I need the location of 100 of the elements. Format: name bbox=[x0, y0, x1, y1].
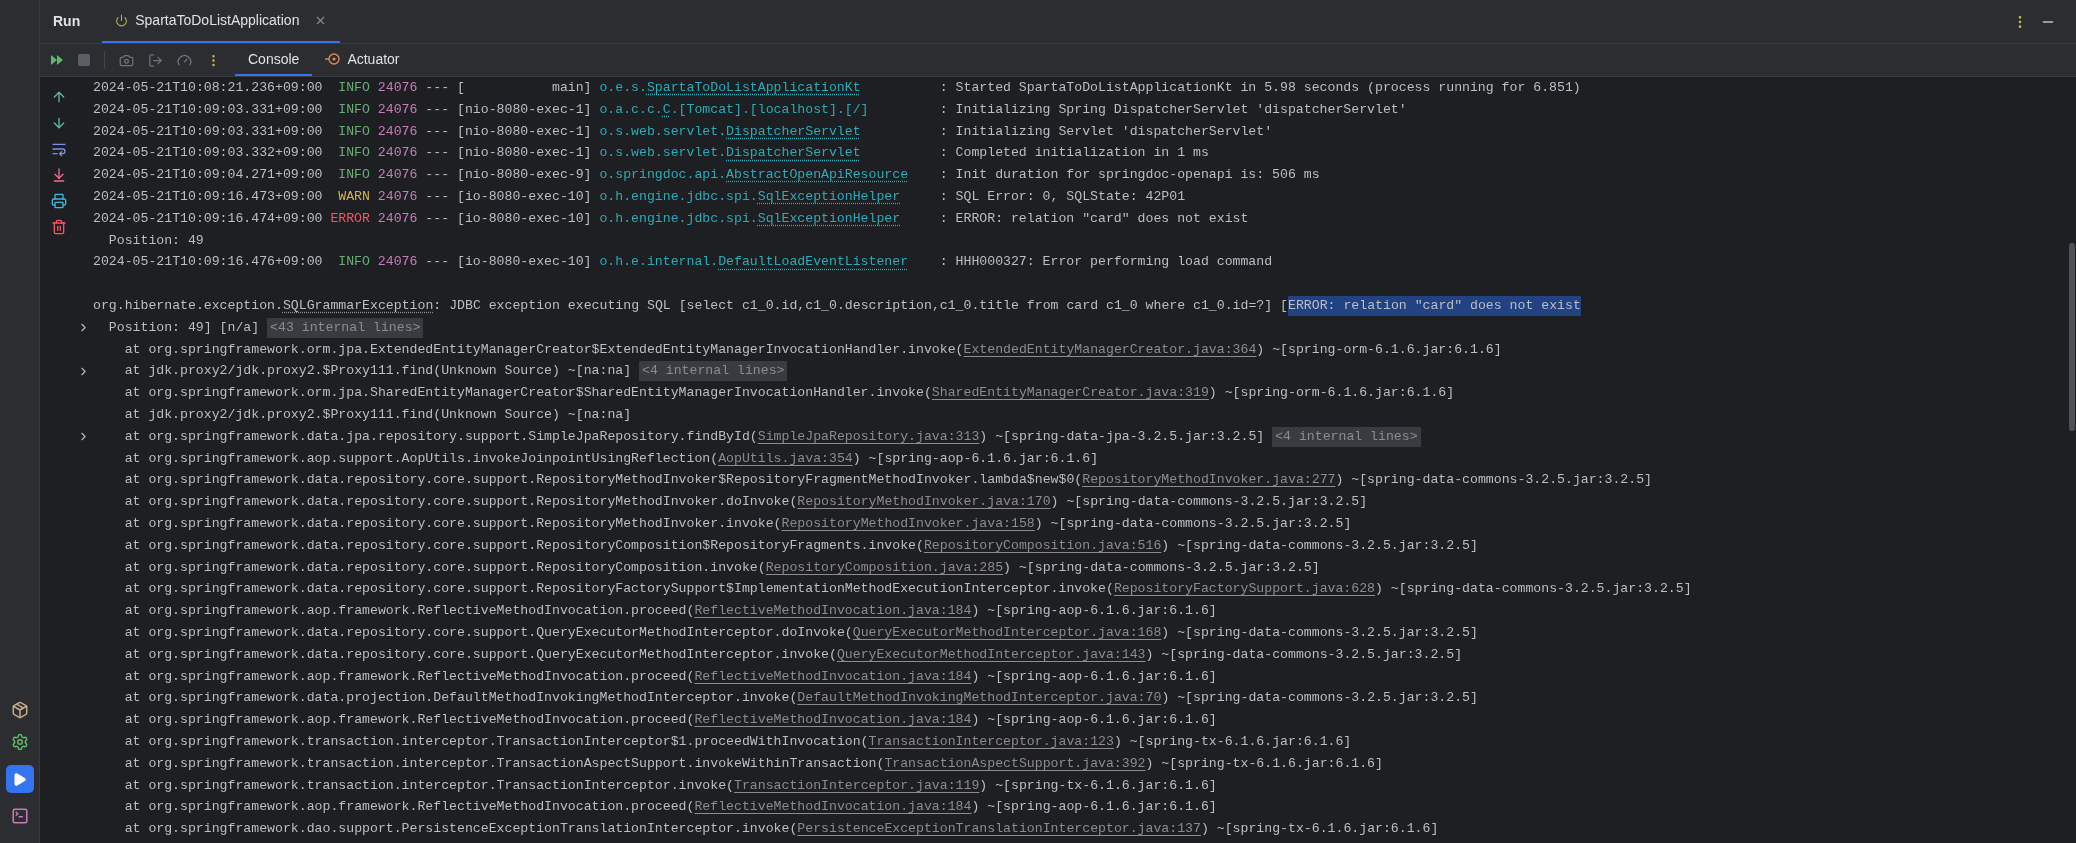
folded-lines-button[interactable]: <43 internal lines> bbox=[267, 317, 424, 338]
logger-name: o.e.s. bbox=[599, 79, 647, 97]
log-text: ) ~[spring-tx-6.1.6.jar:6.1.6] bbox=[1200, 820, 1439, 839]
log-text: ) ~[spring-tx-6.1.6.jar:6.1.6] bbox=[979, 776, 1217, 795]
logger-name: o.h.engine.jdbc.spi. bbox=[599, 188, 758, 206]
logger-class-link[interactable]: DefaultLoadEventListener bbox=[718, 252, 909, 273]
log-separator: --- bbox=[425, 253, 450, 272]
log-text: at org.springframework.transaction.interceptor.TransactionAspectSupport.invokeWithinTransaction( bbox=[124, 754, 885, 773]
source-file-link[interactable]: AopUtils.java:354 bbox=[718, 448, 853, 469]
folded-lines-button[interactable]: <4 internal lines> bbox=[639, 361, 788, 382]
log-text: at org.springframework.aop.framework.ReflectiveMethodInvocation.proceed( bbox=[124, 711, 695, 730]
terminal-icon[interactable] bbox=[10, 807, 29, 825]
log-text: at org.springframework.data.repository.core.support.RepositoryMethodInvoker$RepositoryFragmentMethodInvoker.lambda$new$0( bbox=[124, 471, 1083, 490]
log-message: : Completed initialization in 1 ms bbox=[939, 144, 1209, 163]
log-text: ) ~[spring-data-commons-3.2.5.jar:3.2.5] bbox=[1145, 645, 1463, 664]
rerun-icon[interactable] bbox=[50, 54, 64, 66]
console-tab[interactable]: Actuator bbox=[312, 44, 413, 76]
log-text: at org.springframework.data.repository.core.support.RepositoryMethodInvoker.doInvoke( bbox=[124, 493, 798, 512]
log-text: at org.springframework.data.repository.core.support.RepositoryMethodInvoker.invoke( bbox=[124, 514, 782, 533]
source-file-link[interactable]: TransactionInterceptor.java:123 bbox=[868, 731, 1114, 752]
exception-class-link[interactable]: SQLGrammarException bbox=[282, 295, 434, 316]
source-file-link[interactable]: ReflectiveMethodInvocation.java:184 bbox=[694, 601, 972, 621]
log-timestamp: 2024-05-21T10:08:21.236+09:00 bbox=[93, 79, 323, 97]
source-file-link[interactable]: RepositoryFactorySupport.java:628 bbox=[1113, 579, 1376, 600]
log-text: ) ~[spring-orm-6.1.6.jar:6.1.6] bbox=[1208, 384, 1455, 403]
log-message: : Initializing Spring DispatcherServlet 'dispatcherServlet' bbox=[939, 100, 1407, 119]
logger-class-link[interactable]: SqlExceptionHelper bbox=[757, 187, 901, 207]
camera-icon[interactable] bbox=[119, 52, 134, 68]
log-text: at org.springframework.data.repository.core.support.RepositoryFactorySupport$ImplementationMethodExecutionInterceptor.invoke( bbox=[124, 580, 1114, 599]
logger-class-link[interactable]: AbstractOpenApiResource bbox=[726, 165, 909, 185]
source-file-link[interactable]: SharedEntityManagerCreator.java:319 bbox=[931, 383, 1209, 403]
log-separator: --- bbox=[425, 166, 450, 185]
logger-class-link[interactable]: DispatcherServlet bbox=[726, 121, 861, 142]
scrollbar-thumb[interactable] bbox=[2069, 243, 2075, 431]
log-separator: --- bbox=[425, 209, 450, 228]
trash-icon[interactable] bbox=[50, 219, 67, 235]
console-tab[interactable]: Console bbox=[235, 44, 313, 76]
process-id: 24076 bbox=[377, 209, 418, 228]
log-text: at org.springframework.orm.jpa.SharedEntityManagerCreator$SharedEntityManagerInvocationHandler.invoke( bbox=[124, 384, 932, 403]
logger-class-link[interactable]: SpartaToDoListApplicationKt bbox=[646, 78, 861, 98]
source-file-link[interactable]: RepositoryComposition.java:516 bbox=[923, 535, 1162, 556]
log-level: INFO bbox=[337, 122, 370, 141]
folded-lines-button[interactable]: <4 internal lines> bbox=[1272, 426, 1421, 447]
printer-icon[interactable] bbox=[50, 193, 67, 209]
log-timestamp: 2024-05-21T10:09:03.331+09:00 bbox=[93, 122, 323, 141]
log-text: ) ~[spring-orm-6.1.6.jar:6.1.6] bbox=[1256, 340, 1502, 359]
log-text: ) ~[spring-data-commons-3.2.5.jar:3.2.5] bbox=[1335, 471, 1653, 490]
process-id: 24076 bbox=[377, 188, 418, 206]
gauge-icon[interactable] bbox=[177, 52, 192, 68]
source-file-link[interactable]: SimpleJpaRepository.java:313 bbox=[757, 426, 980, 447]
thread-name: [nio-8080-exec-1] bbox=[457, 100, 592, 119]
log-level: ERROR bbox=[329, 209, 370, 228]
source-file-link[interactable]: RepositoryMethodInvoker.java:277 bbox=[1082, 470, 1336, 491]
log-text: ) ~[spring-data-commons-3.2.5.jar:3.2.5] bbox=[1034, 514, 1352, 533]
log-message: : ERROR: relation "card" does not exist bbox=[939, 209, 1249, 228]
source-file-link[interactable]: QueryExecutorMethodInterceptor.java:168 bbox=[852, 622, 1162, 643]
source-file-link[interactable]: TransactionAspectSupport.java:392 bbox=[884, 753, 1146, 774]
run-tool-button[interactable] bbox=[5, 765, 34, 793]
soft-wrap-icon[interactable] bbox=[50, 141, 67, 157]
logger-class-link[interactable]: C bbox=[662, 99, 671, 120]
source-file-link[interactable]: ExtendedEntityManagerCreator.java:364 bbox=[963, 339, 1257, 360]
source-file-link[interactable]: TransactionInterceptor.java:119 bbox=[734, 775, 980, 796]
source-file-link[interactable]: DefaultMethodInvokingMethodInterceptor.java:70 bbox=[797, 688, 1162, 709]
log-text: : JDBC exception executing SQL [select c1_0.id,c1_0.description,c1_0.title from card c1_0 where c1_0.id=?] [ bbox=[433, 296, 1288, 315]
log-message: : HHH000327: Error performing load command bbox=[939, 253, 1273, 272]
log-text: at org.springframework.data.projection.DefaultMethodInvokingMethodInterceptor.invoke( bbox=[124, 689, 798, 708]
log-text: at org.springframework.data.repository.core.support.QueryExecutorMethodInterceptor.invoke( bbox=[124, 645, 837, 664]
exit-icon[interactable] bbox=[148, 52, 163, 68]
logger-class-link[interactable]: SqlExceptionHelper bbox=[757, 208, 901, 229]
source-file-link[interactable]: PersistenceExceptionTranslationInterceptor.java:137 bbox=[797, 819, 1201, 839]
settings-icon[interactable] bbox=[10, 733, 29, 751]
log-text: ) ~[spring-data-commons-3.2.5.jar:3.2.5] bbox=[1003, 558, 1320, 577]
source-file-link[interactable]: ReflectiveMethodInvocation.java:184 bbox=[694, 710, 972, 730]
log-text: ) ~[spring-data-commons-3.2.5.jar:3.2.5] bbox=[1161, 689, 1478, 708]
log-text: org.hibernate.exception. bbox=[93, 296, 283, 315]
source-file-link[interactable]: QueryExecutorMethodInterceptor.java:143 bbox=[836, 644, 1146, 665]
source-file-link[interactable]: RepositoryComposition.java:285 bbox=[765, 557, 1004, 578]
log-text: at org.springframework.aop.framework.ReflectiveMethodInvocation.proceed( bbox=[124, 602, 695, 621]
log-separator: --- bbox=[425, 79, 450, 97]
source-file-link[interactable]: RepositoryMethodInvoker.java:158 bbox=[781, 513, 1035, 534]
process-id: 24076 bbox=[377, 100, 418, 119]
log-text: at jdk.proxy2/jdk.proxy2.$Proxy111.find(Unknown Source) ~[na:na] bbox=[124, 362, 632, 381]
log-text: ) ~[spring-tx-6.1.6.jar:6.1.6] bbox=[1113, 732, 1352, 751]
process-id: 24076 bbox=[377, 166, 418, 185]
log-timestamp: 2024-05-21T10:09:16.473+09:00 bbox=[93, 188, 323, 206]
thread-name: [io-8080-exec-10] bbox=[457, 188, 592, 206]
source-file-link[interactable]: ReflectiveMethodInvocation.java:184 bbox=[694, 797, 972, 818]
log-message: : Initializing Servlet 'dispatcherServlet' bbox=[939, 122, 1273, 141]
package-icon[interactable] bbox=[10, 701, 29, 719]
process-id: 24076 bbox=[377, 253, 418, 272]
logger-class-link[interactable]: DispatcherServlet bbox=[726, 143, 861, 164]
log-timestamp: 2024-05-21T10:09:03.332+09:00 bbox=[93, 144, 323, 163]
log-timestamp: 2024-05-21T10:09:16.474+09:00 bbox=[93, 209, 323, 228]
log-text: at org.springframework.data.repository.core.support.RepositoryComposition.invoke( bbox=[124, 558, 766, 577]
source-file-link[interactable]: RepositoryMethodInvoker.java:170 bbox=[797, 492, 1051, 512]
log-text: at jdk.proxy2/jdk.proxy2.$Proxy111.find(Unknown Source) ~[na:na] bbox=[124, 405, 632, 424]
play-icon bbox=[12, 771, 27, 787]
log-text: ) ~[spring-data-commons-3.2.5.jar:3.2.5] bbox=[1050, 493, 1368, 512]
log-timestamp: 2024-05-21T10:09:03.331+09:00 bbox=[93, 100, 323, 119]
source-file-link[interactable]: ReflectiveMethodInvocation.java:184 bbox=[694, 666, 972, 687]
